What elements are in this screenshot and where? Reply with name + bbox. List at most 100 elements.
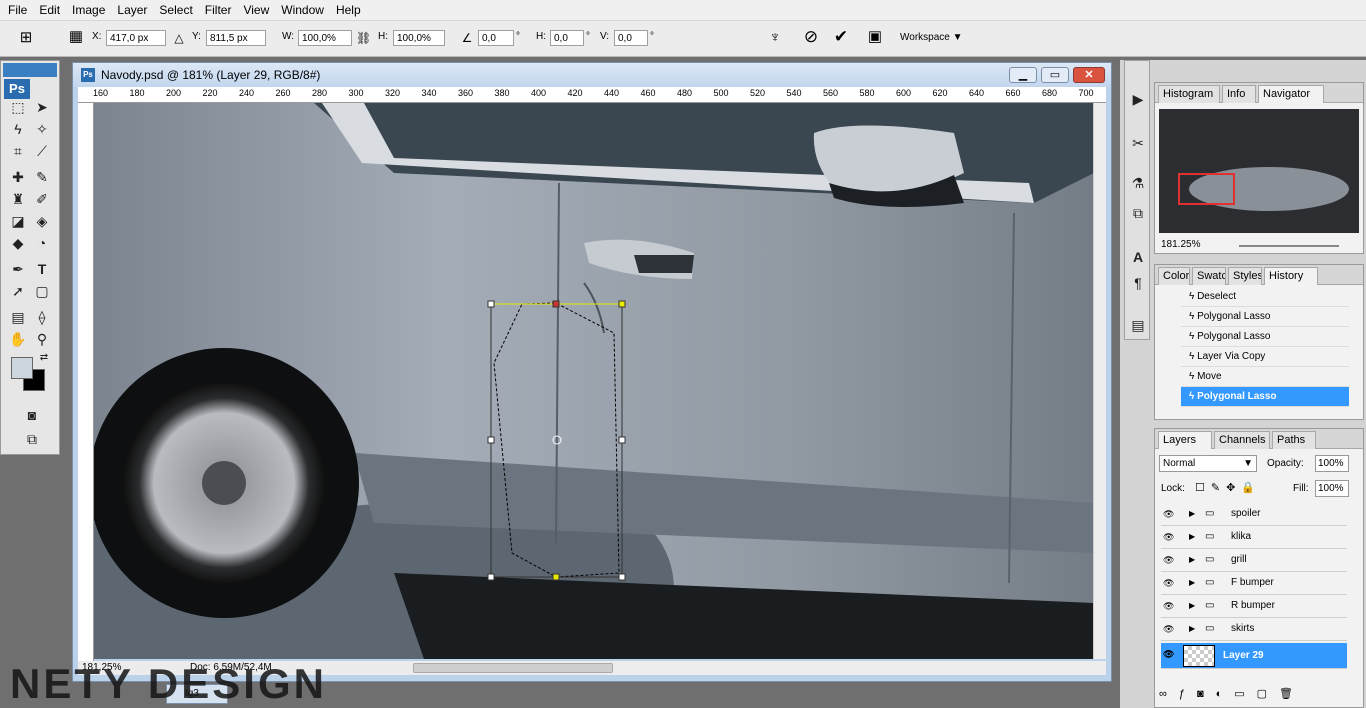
eye-icon[interactable]: 👁 [1163,572,1174,594]
notes-panel-icon[interactable]: ▤ [1127,315,1149,335]
healing-brush-icon[interactable]: ✚ [7,167,29,187]
paint-bucket-icon[interactable]: ◈ [31,211,53,231]
notes-tool-icon[interactable]: ▤ [7,307,29,327]
menu-help[interactable]: Help [330,0,367,21]
layers-footer-icons[interactable]: ∞ƒ◙◐▭▢🗑 [1159,687,1359,705]
angle-field[interactable]: 0,0 [478,30,514,46]
history-brush-icon[interactable]: ✐ [31,189,53,209]
quick-mask-icon[interactable]: ◙ [21,405,43,425]
actions-panel-icon[interactable]: ▶ [1127,89,1149,109]
crop-tool-icon[interactable]: ⌗ [7,141,29,161]
history-item[interactable]: ϟ Layer Via Copy [1181,347,1349,367]
eye-icon[interactable]: 👁 [1163,618,1174,640]
vertical-ruler[interactable] [78,103,94,661]
clone-stamp-icon[interactable]: ♜ [7,189,29,209]
document-titlebar[interactable]: Ps Navody.psd @ 181% (Layer 29, RGB/8#) … [73,63,1111,87]
expand-triangle-icon[interactable]: ▶ [1189,572,1195,594]
tab-channels[interactable]: Channels [1214,431,1270,449]
horizontal-scroll-thumb[interactable] [413,663,613,673]
warp-icon[interactable]: ♆ [766,30,784,46]
layer-group-row[interactable]: 👁 ▶ ▭ skirts [1161,618,1347,641]
navigator-zoom-slider[interactable] [1239,245,1339,247]
tab-navigator[interactable]: Navigator [1258,85,1324,103]
eye-icon[interactable]: 👁 [1163,526,1174,548]
commit-transform-icon[interactable]: ✔ [832,28,850,45]
hand-tool-icon[interactable]: ✋ [7,329,29,349]
slice-tool-icon[interactable]: ⟋ [31,141,53,161]
expand-triangle-icon[interactable]: ▶ [1189,618,1195,640]
brush-tool-icon[interactable]: ✎ [31,167,53,187]
tab-color[interactable]: Color [1158,267,1190,285]
eyedropper-icon[interactable]: ⟠ [31,307,53,327]
hskew-field[interactable]: 0,0 [550,30,584,46]
menu-window[interactable]: Window [275,0,330,21]
menu-file[interactable]: File [2,0,33,21]
history-item[interactable]: ϟ Polygonal Lasso [1181,387,1349,407]
canvas[interactable] [94,103,1094,659]
vskew-field[interactable]: 0,0 [614,30,648,46]
history-item[interactable]: ϟ Move [1181,367,1349,387]
cancel-transform-icon[interactable]: ⊘ [802,28,820,45]
move-tool-icon[interactable]: ➤ [31,97,53,117]
swap-colors-icon[interactable]: ⇄ [37,351,51,365]
toolbox-header[interactable] [3,63,57,77]
expand-triangle-icon[interactable]: ▶ [1189,595,1195,617]
tab-info[interactable]: Info [1222,85,1256,103]
layer-group-row[interactable]: 👁 ▶ ▭ grill [1161,549,1347,572]
height-field[interactable]: 100,0% [393,30,445,46]
vertical-scrollbar[interactable] [1093,103,1106,659]
zoom-tool-icon[interactable]: ⚲ [31,329,53,349]
ps-logo[interactable]: Ps [4,79,30,99]
menu-view[interactable]: View [237,0,275,21]
link-icon[interactable]: ⛓ [356,30,371,46]
blur-tool-icon[interactable]: ◆ [7,233,29,253]
minimize-button[interactable]: ▁ [1009,67,1037,83]
layer-group-row[interactable]: 👁 ▶ ▭ F bumper [1161,572,1347,595]
horizontal-ruler[interactable]: 160 180 200 220 240 260 280 300 320 340 360 380 400 4… [78,87,1106,103]
tab-layers[interactable]: Layers [1158,431,1212,449]
paragraph-panel-icon[interactable]: ¶ [1127,273,1149,293]
fill-field[interactable]: 100% [1315,480,1349,497]
eye-icon[interactable]: 👁 [1163,643,1174,665]
path-selection-icon[interactable]: ➚ [7,281,29,301]
layer-group-row[interactable]: 👁 ▶ ▭ R bumper [1161,595,1347,618]
move-tool-preset-icon[interactable]: ⊞ [14,30,38,46]
marquee-tool-icon[interactable]: ⬚ [7,97,29,117]
eraser-tool-icon[interactable]: ◪ [7,211,29,231]
layer-row-selected[interactable]: 👁 Layer 29 [1161,643,1347,669]
horizontal-scrollbar[interactable] [413,661,1106,675]
menu-select[interactable]: Select [153,0,198,21]
tab-history[interactable]: History [1264,267,1318,285]
history-item[interactable]: ϟ Polygonal Lasso [1181,307,1349,327]
opacity-field[interactable]: 100% [1315,455,1349,472]
navigator-preview[interactable] [1159,109,1359,233]
blend-mode-select[interactable]: Normal ▼ [1159,455,1257,472]
magic-wand-icon[interactable]: ✧ [31,119,53,139]
pen-tool-icon[interactable]: ✒ [7,259,29,279]
menu-edit[interactable]: Edit [33,0,66,21]
layer-group-row[interactable]: 👁 ▶ ▭ spoiler [1161,503,1347,526]
shape-tool-icon[interactable]: ▢ [31,281,53,301]
foreground-color-swatch[interactable] [11,357,33,379]
eye-icon[interactable]: 👁 [1163,549,1174,571]
dodge-tool-icon[interactable]: ◔ [31,233,53,253]
workspace-button[interactable]: Workspace ▼ [900,29,963,47]
bridge-icon[interactable]: ▣ [864,29,886,45]
history-item[interactable]: ϟ Polygonal Lasso [1181,327,1349,347]
reference-point-icon[interactable]: ▦ [66,29,86,45]
history-item[interactable]: ϟ Deselect [1181,287,1349,307]
menu-image[interactable]: Image [66,0,111,21]
maximize-button[interactable]: ▭ [1041,67,1069,83]
lock-icons[interactable]: ☐✎✥🔒 [1195,481,1261,494]
eye-icon[interactable]: 👁 [1163,595,1174,617]
menu-layer[interactable]: Layer [111,0,153,21]
menu-filter[interactable]: Filter [199,0,238,21]
expand-triangle-icon[interactable]: ▶ [1189,503,1195,525]
type-tool-icon[interactable]: T [31,259,53,279]
width-field[interactable]: 100,0% [298,30,352,46]
lasso-tool-icon[interactable]: ϟ [7,119,29,139]
delta-icon[interactable]: △ [172,30,186,46]
layer-group-row[interactable]: 👁 ▶ ▭ klika [1161,526,1347,549]
tool-presets-icon[interactable]: ✂ [1127,133,1149,153]
expand-triangle-icon[interactable]: ▶ [1189,526,1195,548]
